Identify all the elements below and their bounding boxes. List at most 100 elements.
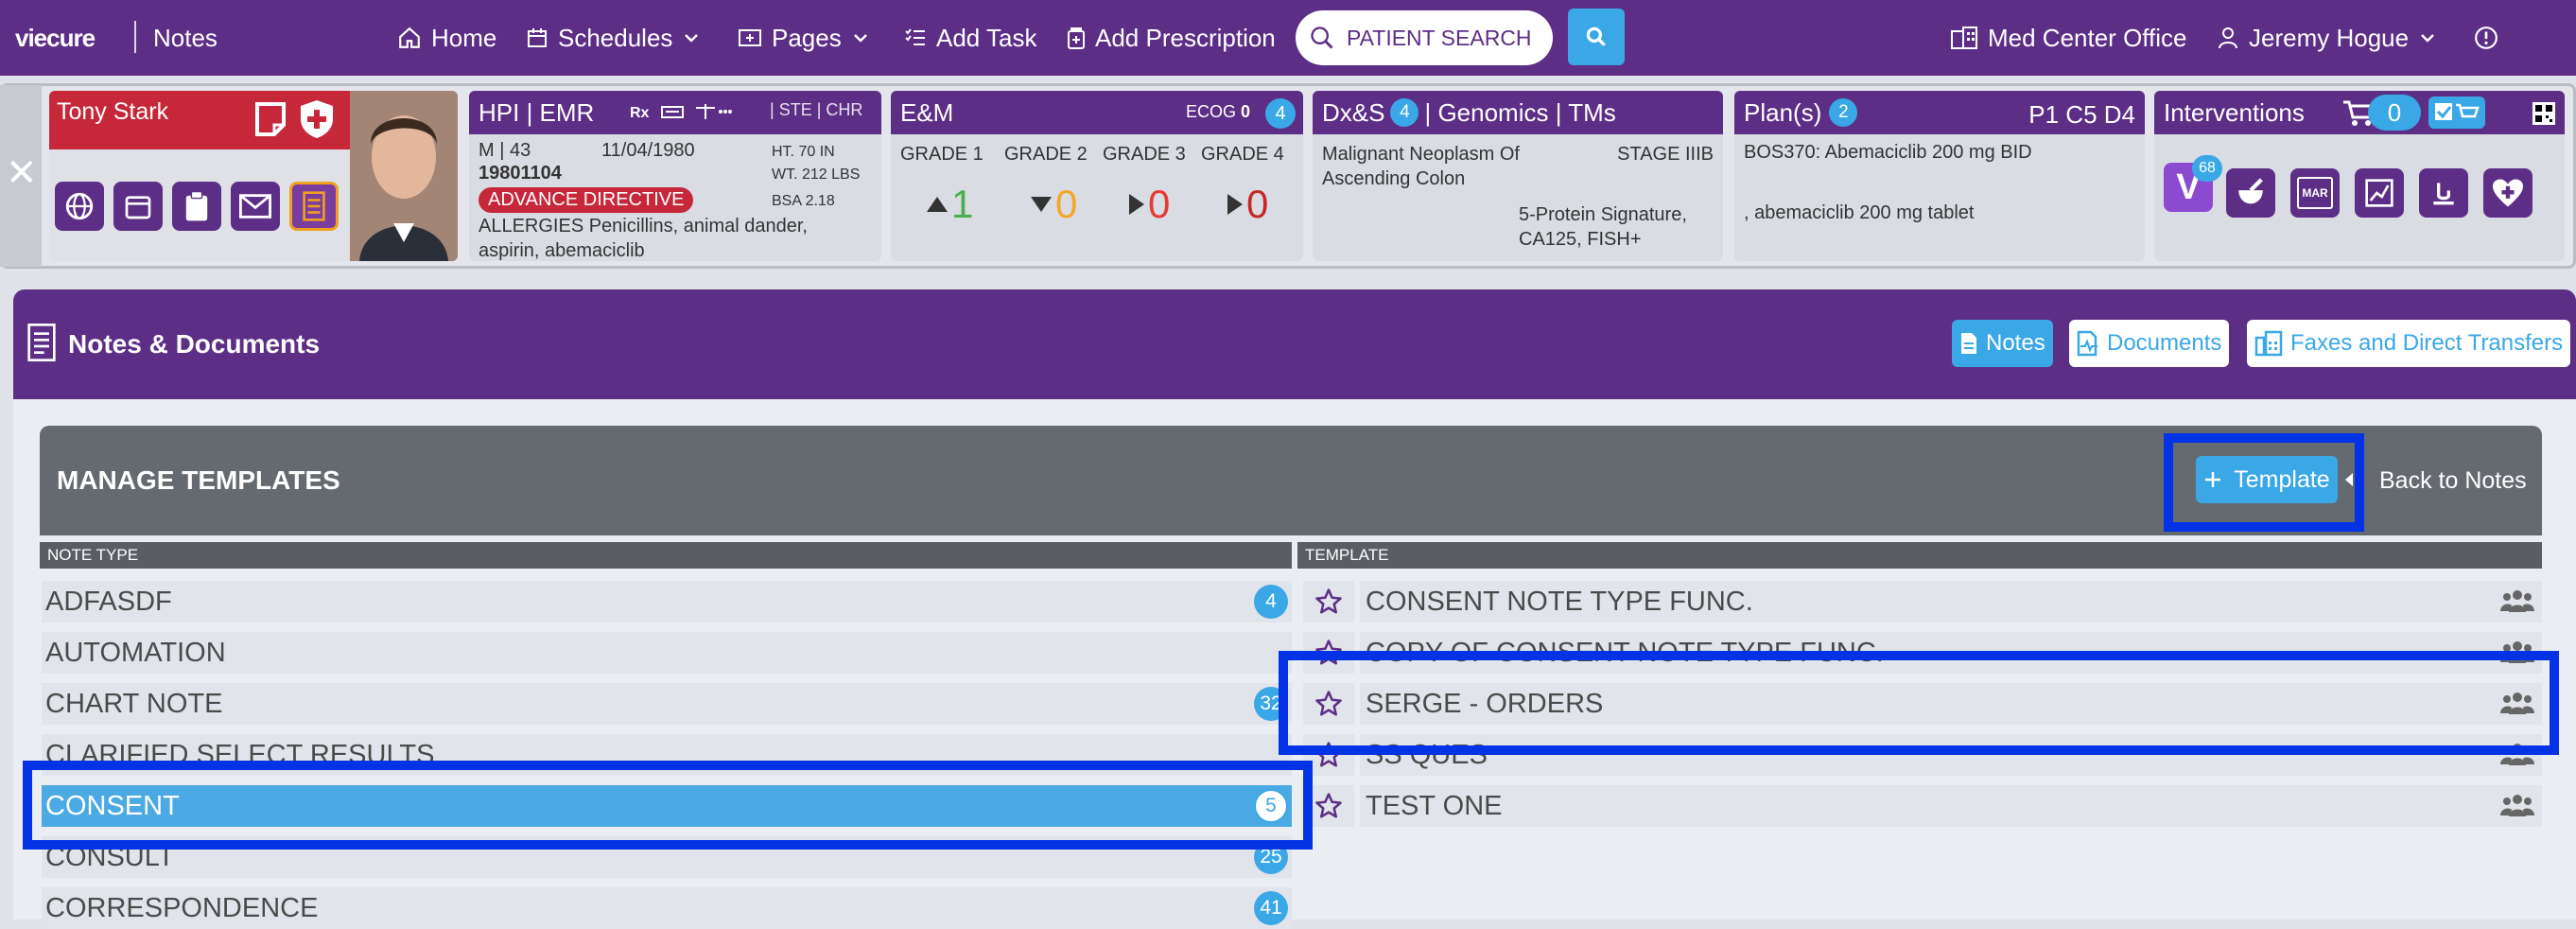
- calendar-button[interactable]: [113, 182, 163, 231]
- info-icon: [2474, 26, 2498, 50]
- em-title: E&M: [900, 97, 954, 127]
- note-type-row[interactable]: CHART NOTE 32: [42, 683, 1292, 725]
- plans-badge: 2: [1829, 98, 1858, 127]
- medical-shield-icon[interactable]: [297, 98, 337, 140]
- allergies: ALLERGIES Penicillins, animal dander, as…: [479, 216, 808, 261]
- note-type-row[interactable]: ADFASDF 4: [42, 581, 1292, 622]
- infusion-button[interactable]: [2419, 168, 2468, 218]
- user-icon: [2217, 26, 2239, 50]
- advance-directive-badge[interactable]: ADVANCE DIRECTIVE: [479, 187, 694, 213]
- close-icon[interactable]: ✕: [6, 151, 38, 195]
- template-name-cell[interactable]: CONSENT NOTE TYPE FUNC.: [1360, 581, 2542, 622]
- grade-value[interactable]: 1: [927, 182, 973, 227]
- note-type-name: ADFASDF: [45, 586, 172, 617]
- globe-icon: [63, 190, 96, 222]
- grade-arrow-icon: [1129, 194, 1144, 215]
- add-prescription-link[interactable]: Add Prescription: [1067, 0, 1276, 76]
- plan-line-2: , abemaciclib 200 mg tablet: [1744, 202, 1975, 223]
- template-name-cell[interactable]: TEST ONE: [1360, 785, 2542, 827]
- chevron-down-icon: [2418, 28, 2437, 47]
- diagnosis[interactable]: Malignant Neoplasm Of Ascending Colon: [1322, 142, 1521, 191]
- tab-faxes[interactable]: Faxes and Direct Transfers: [2247, 320, 2571, 367]
- dx-title: Dx&S: [1322, 97, 1385, 127]
- message-button[interactable]: [231, 182, 280, 231]
- height: HT. 70 IN: [772, 144, 835, 160]
- tab-faxes-label: Faxes and Direct Transfers: [2290, 330, 2564, 356]
- viecure-logo[interactable]: viecure: [15, 0, 96, 76]
- grade-arrow-icon: [1031, 197, 1052, 212]
- svg-text:Rx: Rx: [630, 105, 650, 121]
- calendar-icon: [123, 191, 153, 221]
- grade-count: 0: [1055, 182, 1078, 226]
- lab-icon[interactable]: [660, 100, 685, 123]
- add-task-link[interactable]: Add Task: [904, 0, 1036, 76]
- scale-icon[interactable]: [694, 100, 732, 123]
- mar-button[interactable]: MAR: [2290, 168, 2340, 218]
- note-icon: [1959, 331, 1978, 356]
- hpi-header[interactable]: HPI | EMR Rx | STE | CHR: [469, 91, 881, 134]
- note-type-name: AUTOMATION: [45, 637, 226, 668]
- cart-count[interactable]: 0: [2368, 95, 2421, 131]
- clipboard-button[interactable]: [172, 182, 221, 231]
- note-type-row[interactable]: AUTOMATION: [42, 632, 1292, 674]
- office-selector[interactable]: Med Center Office: [1950, 0, 2187, 76]
- chart-button[interactable]: [2355, 168, 2404, 218]
- note-type-row[interactable]: CORRESPONDENCE 41: [42, 887, 1292, 929]
- user-menu[interactable]: Jeremy Hogue: [2217, 0, 2437, 76]
- manage-templates-title: MANAGE TEMPLATES: [57, 465, 340, 495]
- task-list-icon: [904, 26, 927, 49]
- qr-icon[interactable]: [2532, 102, 2555, 125]
- document-button[interactable]: [289, 182, 339, 231]
- globe-button[interactable]: [55, 182, 104, 231]
- genomics-title: | Genomics | TMs: [1424, 97, 1616, 127]
- heart-button[interactable]: [2483, 168, 2532, 218]
- schedules-menu[interactable]: Schedules: [526, 0, 701, 76]
- template-row[interactable]: TEST ONE: [1303, 785, 2542, 827]
- grade-value[interactable]: 0: [1227, 182, 1268, 227]
- shared-group-icon: [2500, 793, 2534, 817]
- grade-value[interactable]: 0: [1031, 182, 1077, 227]
- dx-card: Dx&S 4 | Genomics | TMs Malignant Neopla…: [1313, 91, 1723, 261]
- plans-header[interactable]: Plan(s) 2 P1 C5 D4: [1734, 91, 2145, 134]
- patient-search-placeholder: PATIENT SEARCH: [1347, 25, 1532, 50]
- search-button[interactable]: [1568, 9, 1625, 65]
- pages-icon: [738, 26, 762, 49]
- plan-line-1[interactable]: BOS370: Abemaciclib 200 mg BID: [1744, 142, 2032, 164]
- template-row[interactable]: CONSENT NOTE TYPE FUNC.: [1303, 581, 2542, 622]
- prescription-icon: [1067, 26, 1086, 50]
- interventions-header[interactable]: Interventions 0: [2154, 91, 2565, 134]
- dx-header[interactable]: Dx&S 4 | Genomics | TMs: [1313, 91, 1723, 134]
- calendar-icon: [526, 26, 548, 49]
- clipboard-icon: [183, 190, 210, 222]
- patient-search-input[interactable]: PATIENT SEARCH: [1296, 10, 1553, 65]
- grade-value[interactable]: 0: [1129, 182, 1170, 227]
- template-name: CONSENT NOTE TYPE FUNC.: [1366, 586, 1753, 617]
- em-badge: 4: [1265, 98, 1296, 129]
- mortar-button[interactable]: [2226, 168, 2275, 218]
- office-label: Med Center Office: [1988, 23, 2187, 52]
- highlight-serge-orders: [1279, 651, 2559, 755]
- favorite-star-icon[interactable]: [1303, 581, 1354, 622]
- schedules-label: Schedules: [558, 23, 673, 52]
- home-link[interactable]: Home: [397, 0, 496, 76]
- interventions-title: Interventions: [2164, 97, 2305, 127]
- tab-documents-label: Documents: [2107, 330, 2222, 356]
- top-nav: viecure Notes Home Schedules Pages Add T…: [0, 0, 2576, 76]
- grade-label: GRADE 4: [1201, 144, 1284, 165]
- checked-cart-icon[interactable]: [2428, 96, 2485, 129]
- back-to-notes-link[interactable]: Back to Notes: [2379, 467, 2527, 495]
- em-header[interactable]: E&M ECOG 0 4: [891, 91, 1303, 134]
- dx-badge: 4: [1390, 98, 1419, 127]
- note-type-column-header: NOTE TYPE: [40, 542, 1292, 569]
- tab-notes[interactable]: Notes: [1952, 320, 2053, 367]
- user-name: Jeremy Hogue: [2249, 23, 2410, 52]
- patient-name[interactable]: Tony Stark: [57, 98, 168, 126]
- highlight-consent: [23, 761, 1313, 850]
- pages-menu[interactable]: Pages: [738, 0, 870, 76]
- help-button[interactable]: [2474, 0, 2498, 76]
- grade-label: GRADE 3: [1103, 144, 1186, 165]
- note-icon[interactable]: [252, 100, 289, 138]
- tab-documents[interactable]: Documents: [2069, 320, 2230, 367]
- ste-label[interactable]: | STE | CHR: [770, 100, 862, 120]
- prescription-icon[interactable]: Rx: [628, 100, 651, 123]
